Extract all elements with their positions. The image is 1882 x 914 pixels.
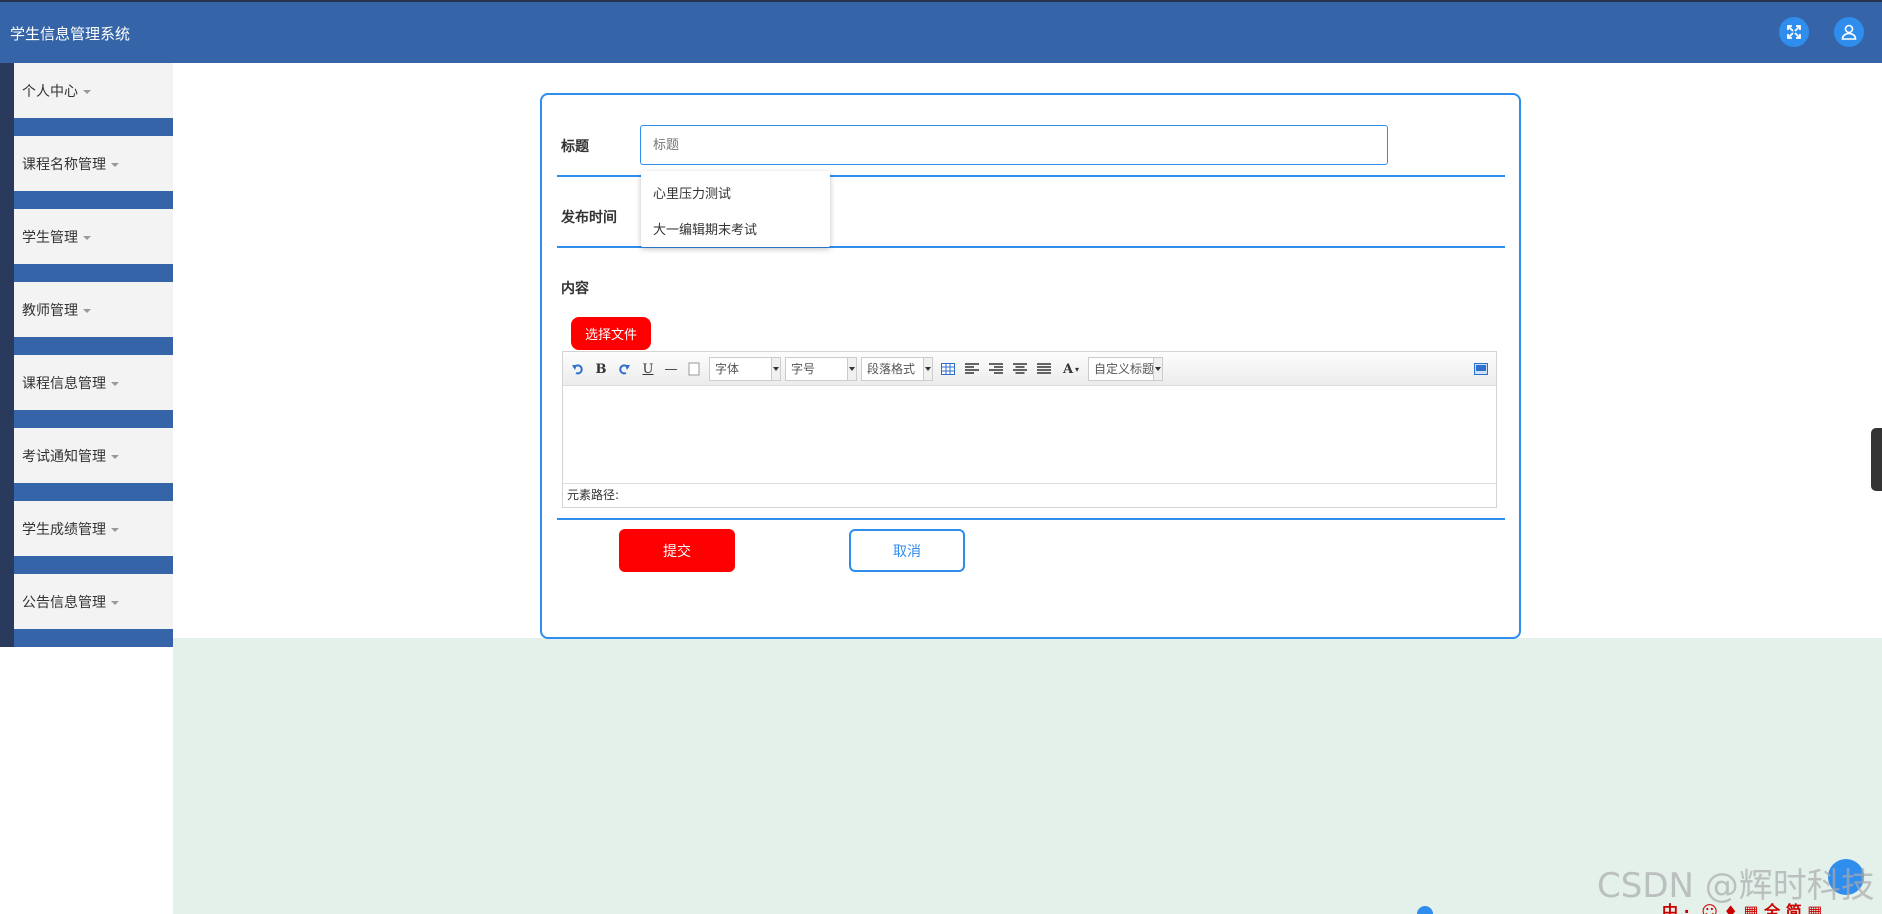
- underline-icon[interactable]: U: [639, 360, 657, 378]
- side-scroll-handle[interactable]: [1871, 428, 1882, 491]
- chevron-down-icon: [847, 358, 856, 380]
- sidebar-item-label: 教师管理: [22, 303, 78, 319]
- chevron-down-icon: [1153, 358, 1162, 380]
- align-right-icon[interactable]: [987, 360, 1005, 378]
- font-family-select[interactable]: 字体: [709, 357, 781, 381]
- sidebar-item-label: 考试通知管理: [22, 449, 106, 465]
- user-icon[interactable]: [1834, 17, 1864, 47]
- rich-text-editor: B U — 字体 字号 段落格式 A ▾ 自定义标题 元素路径:: [562, 351, 1497, 508]
- sidebar-item-label: 课程名称管理: [22, 157, 106, 173]
- editor-body[interactable]: [563, 386, 1496, 483]
- publish-time-label: 发布时间: [561, 210, 617, 226]
- caret-down-icon: [111, 163, 119, 167]
- sidebar-item-exam-notice[interactable]: 考试通知管理: [0, 428, 173, 501]
- sidebar-item-label: 公告信息管理: [22, 595, 106, 611]
- caret-down-icon: [111, 455, 119, 459]
- sidebar-item-label: 个人中心: [22, 84, 78, 100]
- table-icon[interactable]: [939, 360, 957, 378]
- custom-title-select[interactable]: 自定义标题: [1088, 357, 1163, 381]
- sidebar-item-label: 学生成绩管理: [22, 522, 106, 538]
- app-title: 学生信息管理系统: [10, 25, 131, 43]
- undo-icon[interactable]: [569, 360, 587, 378]
- autocomplete-dropdown: 心里压力测试 大一编辑期末考试: [641, 171, 830, 247]
- title-input[interactable]: [640, 125, 1388, 165]
- font-color-icon[interactable]: A ▾: [1059, 360, 1083, 378]
- fullscreen-icon[interactable]: [1779, 17, 1809, 47]
- align-center-icon[interactable]: [1011, 360, 1029, 378]
- editor-status: 元素路径:: [563, 483, 1496, 507]
- sidebar-item-students[interactable]: 学生管理: [0, 209, 173, 282]
- content-label: 内容: [561, 281, 589, 297]
- sidebar-item-personal-center[interactable]: 个人中心: [0, 63, 173, 136]
- page-icon[interactable]: [685, 360, 703, 378]
- font-size-select[interactable]: 字号: [785, 357, 857, 381]
- chevron-down-icon: [923, 358, 932, 380]
- caret-down-icon: [111, 528, 119, 532]
- suggestion-item[interactable]: 大一编辑期末考试: [653, 219, 757, 238]
- caret-down-icon: [83, 90, 91, 94]
- caret-down-icon: [83, 309, 91, 313]
- sidebar-item-teachers[interactable]: 教师管理: [0, 282, 173, 355]
- chevron-down-icon: [771, 358, 780, 380]
- suggestion-item[interactable]: 心里压力测试: [653, 183, 731, 202]
- sidebar-item-label: 学生管理: [22, 230, 78, 246]
- caret-down-icon: [83, 236, 91, 240]
- sidebar-item-announcements[interactable]: 公告信息管理: [0, 574, 173, 647]
- form-card: 标题 发布时间 内容 选择文件 B U — 字体 字号 段落格式: [540, 93, 1521, 639]
- ime-toolbar[interactable]: 中 ·, ☺ ♦ ▦ 全 简 ▦: [1662, 898, 1882, 914]
- sidebar-item-label: 课程信息管理: [22, 376, 106, 392]
- editor-toolbar: B U — 字体 字号 段落格式 A ▾ 自定义标题: [563, 352, 1496, 386]
- cancel-button[interactable]: 取消: [849, 529, 965, 572]
- top-header: 学生信息管理系统: [0, 0, 1882, 63]
- sidebar-item-course-name[interactable]: 课程名称管理: [0, 136, 173, 209]
- title-label: 标题: [561, 139, 589, 155]
- caret-down-icon: [111, 382, 119, 386]
- sidebar-item-grades[interactable]: 学生成绩管理: [0, 501, 173, 574]
- divider: [557, 518, 1505, 520]
- align-left-icon[interactable]: [963, 360, 981, 378]
- bold-icon[interactable]: B: [592, 360, 610, 378]
- choose-file-button[interactable]: 选择文件: [571, 317, 651, 350]
- paragraph-format-select[interactable]: 段落格式: [861, 357, 933, 381]
- sidebar: 个人中心 课程名称管理 学生管理 教师管理 课程信息管理 考试通知管理 学生成绩…: [0, 63, 173, 647]
- caret-down-icon: [111, 601, 119, 605]
- submit-button[interactable]: 提交: [619, 529, 735, 572]
- sidebar-item-course-info[interactable]: 课程信息管理: [0, 355, 173, 428]
- align-justify-icon[interactable]: [1035, 360, 1053, 378]
- preview-icon[interactable]: [1472, 360, 1490, 378]
- redo-icon[interactable]: [615, 360, 633, 378]
- horizontal-rule-icon[interactable]: —: [662, 360, 680, 378]
